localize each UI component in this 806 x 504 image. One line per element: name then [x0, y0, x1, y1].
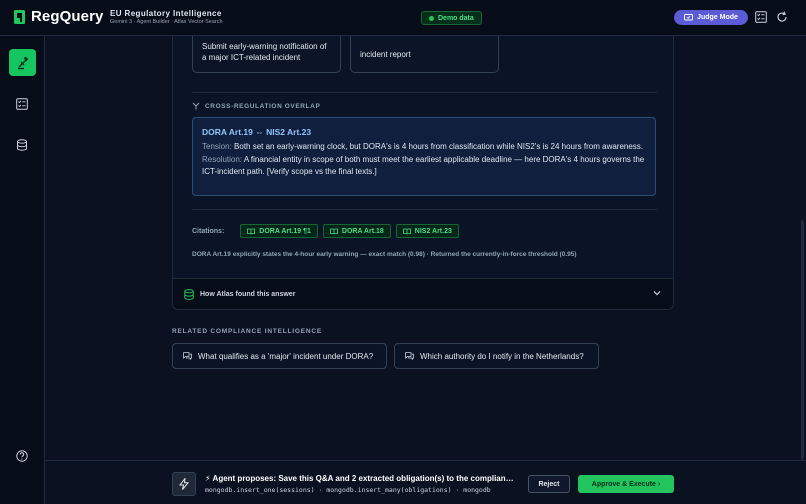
citations-row: Citations: DORA Art.19 ¶1 DORA Art.18 NI…: [192, 224, 459, 238]
database-icon: [184, 289, 194, 300]
citation-chip[interactable]: DORA Art.19 ¶1: [240, 224, 318, 238]
how-atlas-found-label: How Atlas found this answer: [200, 291, 296, 298]
citation-text: DORA Art.19 ¶1: [259, 227, 311, 235]
scale-icon: [17, 55, 28, 69]
book-icon: [247, 228, 256, 234]
demo-badge-label: Demo data: [438, 14, 474, 22]
sidebar-item-database[interactable]: [16, 139, 28, 151]
tension-text: Both set an early-warning clock, but DOR…: [234, 142, 644, 151]
obligation-step: Submit early-warning notification of a m…: [192, 36, 341, 73]
resolution-line: Resolution: A financial entity in scope …: [202, 154, 646, 178]
answer-card: Submit early-warning notification of a m…: [172, 36, 674, 310]
divider: [192, 209, 657, 210]
logo-icon: [14, 9, 25, 24]
divider: [192, 92, 657, 93]
top-header: RegQuery EU Regulatory Intelligence Gemi…: [0, 0, 806, 36]
app-subtitle: Gemini 3 · Agent Builder · Atlas Vector …: [110, 19, 223, 25]
resolution-text: A financial entity in scope of both must…: [202, 155, 645, 176]
proposal-operations: mongodb.insert_one(sessions) · mongodb.i…: [205, 486, 491, 494]
demo-data-badge: Demo data: [421, 11, 482, 25]
related-section-title: RELATED COMPLIANCE INTELLIGENCE: [172, 328, 322, 335]
citation-chip[interactable]: DORA Art.18: [322, 224, 391, 238]
citations-label: Citations:: [192, 227, 225, 235]
tension-line: Tension: Both set an early-warning clock…: [202, 141, 646, 153]
tension-label: Tension:: [202, 142, 232, 151]
agent-proposal-badge: [172, 472, 196, 496]
sidebar: [0, 36, 45, 504]
app-title: EU Regulatory Intelligence: [110, 9, 222, 18]
obligation-step: incident report: [350, 36, 499, 73]
reject-button[interactable]: Reject: [528, 475, 570, 493]
resolution-label: Resolution:: [202, 155, 243, 164]
book-icon: [329, 228, 338, 234]
citation-text: NIS2 Art.23: [414, 227, 452, 235]
monitor-icon: [684, 13, 694, 20]
merge-icon: [192, 102, 200, 110]
scrollbar[interactable]: [801, 220, 804, 460]
lightning-icon: [179, 478, 189, 490]
help-icon[interactable]: [16, 450, 28, 462]
how-atlas-found-toggle[interactable]: How Atlas found this answer: [173, 278, 673, 309]
related-question-text: What qualifies as a 'major' incident und…: [198, 351, 374, 361]
status-dot-icon: [429, 15, 434, 21]
judge-mode-button[interactable]: Judge Mode: [674, 10, 748, 25]
related-question-button[interactable]: Which authority do I notify in the Nethe…: [394, 343, 599, 369]
reports-icon[interactable]: [755, 11, 767, 23]
overlap-title-text: CROSS-REGULATION OVERLAP: [205, 102, 321, 110]
citation-chip[interactable]: NIS2 Art.23: [395, 224, 459, 238]
book-icon: [402, 228, 411, 234]
overlap-box: DORA Art.19 ⇔ NIS2 Art.23 Tension: Both …: [192, 117, 656, 196]
chevron-down-icon: [653, 291, 661, 296]
overlap-heading: DORA Art.19 ⇔ NIS2 Art.23: [202, 127, 312, 137]
app-title-block: EU Regulatory Intelligence Gemini 3 · Ag…: [110, 9, 223, 25]
app-logo[interactable]: RegQuery: [14, 8, 104, 25]
chat-icon: [405, 352, 414, 360]
overlap-section-title: CROSS-REGULATION OVERLAP: [192, 102, 320, 110]
approve-execute-button[interactable]: Approve & Execute ›: [578, 475, 674, 493]
verification-summary: DORA Art.19 explicitly states the 4-hour…: [192, 251, 577, 258]
sidebar-item-query[interactable]: [9, 49, 36, 76]
main-content: Submit early-warning notification of a m…: [45, 36, 806, 504]
logo-text: RegQuery: [31, 8, 104, 25]
agent-proposal-bar: ⚡ Agent proposes: Save this Q&A and 2 ex…: [45, 460, 806, 504]
citation-text: DORA Art.18: [341, 227, 384, 235]
proposal-title: ⚡ Agent proposes: Save this Q&A and 2 ex…: [205, 474, 514, 483]
judge-mode-label: Judge Mode: [697, 14, 738, 21]
refresh-icon[interactable]: [776, 11, 788, 23]
sidebar-item-reports[interactable]: [16, 98, 28, 110]
related-question-button[interactable]: What qualifies as a 'major' incident und…: [172, 343, 387, 369]
chat-icon: [183, 352, 192, 360]
related-question-text: Which authority do I notify in the Nethe…: [420, 351, 584, 361]
